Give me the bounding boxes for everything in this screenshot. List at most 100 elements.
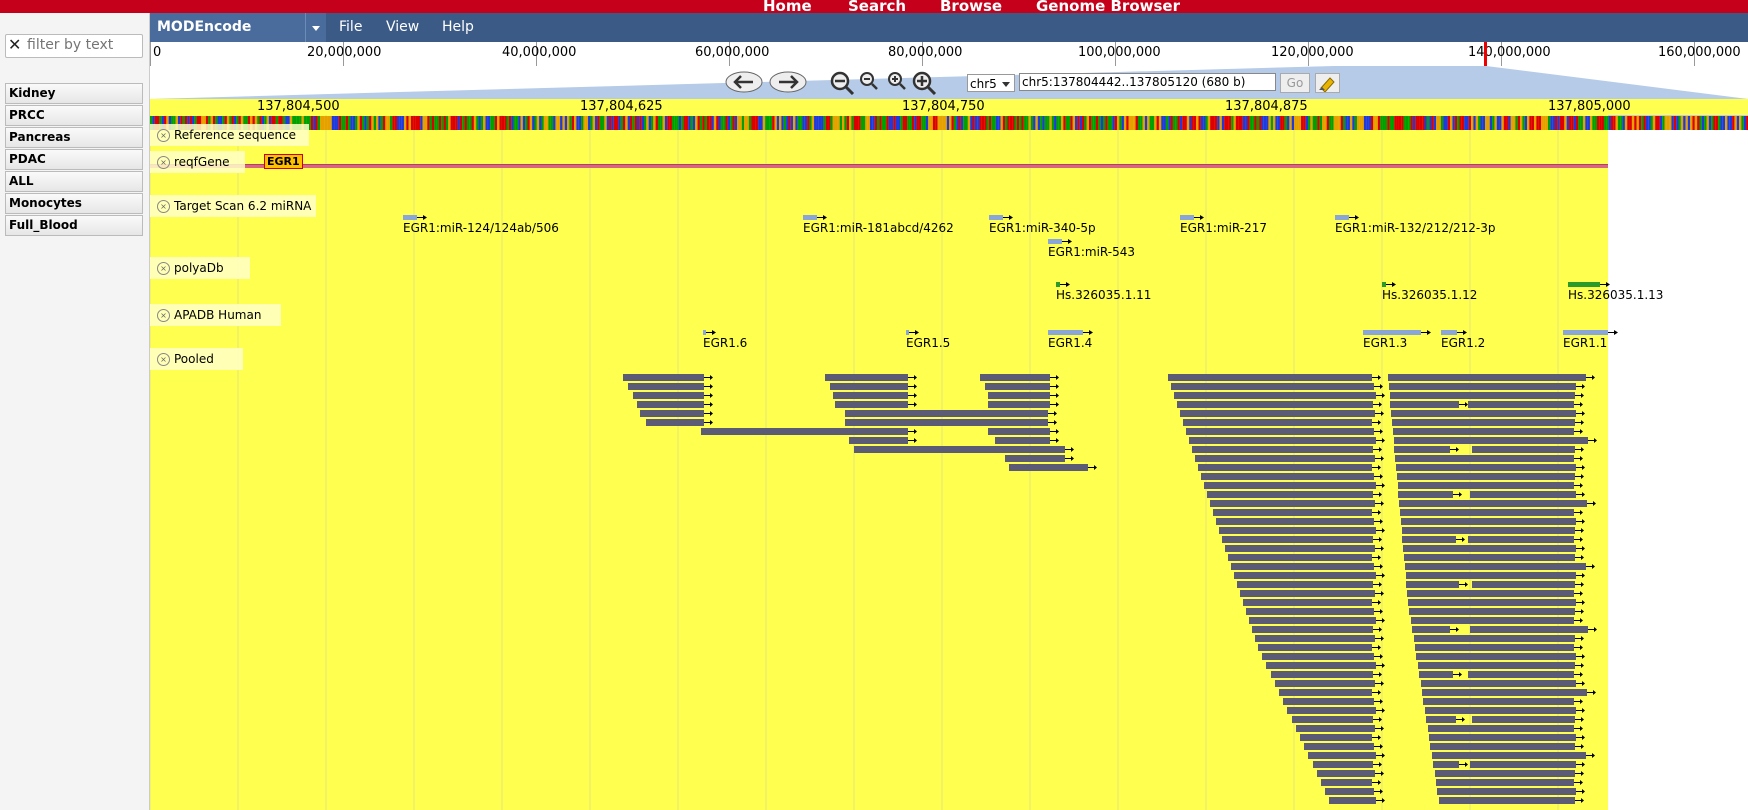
polya-feature-label[interactable]: Hs.326035.1.12 xyxy=(1382,288,1477,302)
base-block xyxy=(1624,116,1628,130)
base-block xyxy=(1228,116,1232,130)
close-track-icon[interactable]: × xyxy=(157,200,170,213)
base-block xyxy=(536,116,540,130)
read-bar xyxy=(1198,464,1372,471)
chromosome-select[interactable]: chr5 xyxy=(967,74,1015,92)
mirna-feature-label[interactable]: EGR1:miR-340-5p xyxy=(989,221,1096,235)
read-bar xyxy=(633,392,704,399)
mirna-feature-label[interactable]: EGR1:miR-181abcd/4262 xyxy=(803,221,954,235)
read-arrow xyxy=(1582,654,1585,659)
track-label-pooled[interactable]: × Pooled xyxy=(150,348,243,370)
track-label-polyadb[interactable]: × polyaDb xyxy=(150,257,250,279)
zoom-in-more-icon[interactable] xyxy=(912,71,938,98)
read-bar xyxy=(845,410,1048,417)
category-full-blood[interactable]: Full_Blood xyxy=(5,215,143,236)
read-arrow xyxy=(1382,618,1385,623)
close-track-icon[interactable]: × xyxy=(157,262,170,275)
mirna-feature-label[interactable]: EGR1:miR-124/124ab/506 xyxy=(403,221,559,235)
base-block xyxy=(748,116,752,130)
base-block xyxy=(539,116,542,130)
base-block xyxy=(1391,116,1395,130)
gene-name-badge[interactable]: EGR1 xyxy=(264,154,303,169)
base-block xyxy=(315,116,318,130)
mirna-feature-label[interactable]: EGR1:miR-132/212/212-3p xyxy=(1335,221,1495,235)
zoom-out-more-icon[interactable] xyxy=(830,71,856,98)
location-input[interactable] xyxy=(1019,73,1276,91)
polya-feature-label[interactable]: Hs.326035.1.13 xyxy=(1568,288,1663,302)
menu-file[interactable]: File xyxy=(339,13,362,42)
track-title: Pooled xyxy=(174,352,214,366)
menu-help[interactable]: Help xyxy=(442,13,474,42)
apadb-feature-label[interactable]: EGR1.2 xyxy=(1441,336,1485,350)
close-track-icon[interactable]: × xyxy=(157,129,170,142)
base-block xyxy=(809,116,812,130)
base-block xyxy=(639,116,642,130)
category-kidney[interactable]: Kidney xyxy=(5,83,143,104)
dataset-selector[interactable]: MODEncode Example xyxy=(150,13,305,64)
category-pdac[interactable]: PDAC xyxy=(5,149,143,170)
apadb-feature-label[interactable]: EGR1.1 xyxy=(1563,336,1607,350)
apadb-feature-label[interactable]: EGR1.4 xyxy=(1048,336,1092,350)
read-arrow xyxy=(1581,771,1584,776)
read-bar xyxy=(1258,644,1372,651)
read-bar xyxy=(1389,383,1576,390)
category-all[interactable]: ALL xyxy=(5,171,143,192)
base-block xyxy=(995,116,999,130)
base-block xyxy=(1676,116,1679,130)
base-block xyxy=(1179,116,1183,130)
base-block xyxy=(699,116,703,130)
base-block xyxy=(1694,116,1698,130)
zoom-out-icon[interactable] xyxy=(859,71,879,94)
base-block xyxy=(867,116,871,130)
base-block xyxy=(1119,116,1122,130)
dataset-dropdown-icon[interactable] xyxy=(305,13,326,42)
base-block xyxy=(464,116,467,130)
base-block xyxy=(457,116,460,130)
base-block xyxy=(1634,116,1637,130)
clear-filter-icon[interactable]: ✕ xyxy=(8,35,21,54)
base-block xyxy=(636,116,640,130)
category-pancreas[interactable]: Pancreas xyxy=(5,127,143,148)
apadb-feature-label[interactable]: EGR1.5 xyxy=(906,336,950,350)
mirna-feature-label[interactable]: EGR1:miR-217 xyxy=(1180,221,1267,235)
overview-location-marker[interactable] xyxy=(1484,42,1487,66)
polya-feature-label[interactable]: Hs.326035.1.11 xyxy=(1056,288,1151,302)
read-bar xyxy=(623,374,704,381)
apadb-feature-label[interactable]: EGR1.6 xyxy=(703,336,747,350)
base-block xyxy=(445,116,449,130)
close-track-icon[interactable]: × xyxy=(157,309,170,322)
base-block xyxy=(1445,116,1448,130)
apadb-feature-label[interactable]: EGR1.3 xyxy=(1363,336,1407,350)
pan-left-icon[interactable] xyxy=(725,71,763,96)
base-block xyxy=(1079,116,1083,130)
zoom-in-icon[interactable] xyxy=(887,71,907,94)
track-label-reqfgene[interactable]: × reqfGene xyxy=(150,151,245,173)
track-label-apadb-human[interactable]: × APADB Human xyxy=(150,304,281,326)
filter-input[interactable] xyxy=(27,37,137,53)
read-bar xyxy=(1255,635,1375,642)
read-arrow xyxy=(1056,375,1059,380)
mirna-feature-label[interactable]: EGR1:miR-543 xyxy=(1048,245,1135,259)
base-block xyxy=(713,116,717,130)
go-button[interactable]: Go xyxy=(1280,73,1310,93)
chromosome-overview[interactable]: 0 20,000,000 40,000,000 60,000,000 80,00… xyxy=(150,42,1748,67)
base-block xyxy=(844,116,847,130)
category-prcc[interactable]: PRCC xyxy=(5,105,143,126)
highlight-button[interactable] xyxy=(1315,73,1340,93)
pan-right-icon[interactable] xyxy=(769,71,807,96)
base-block xyxy=(876,116,880,130)
menu-view[interactable]: View xyxy=(386,13,419,42)
base-block xyxy=(939,116,943,130)
close-track-icon[interactable]: × xyxy=(157,353,170,366)
base-block xyxy=(720,116,724,130)
base-block xyxy=(408,116,412,130)
category-monocytes[interactable]: Monocytes xyxy=(5,193,143,214)
track-label-reference-sequence[interactable]: × Reference sequence xyxy=(150,124,309,146)
close-track-icon[interactable]: × xyxy=(157,156,170,169)
track-view[interactable]: 137,804,500 137,804,625 137,804,750 137,… xyxy=(150,99,1748,810)
base-block xyxy=(744,116,747,130)
track-label-target-scan[interactable]: × Target Scan 6.2 miRNA xyxy=(150,195,316,217)
base-block xyxy=(1373,116,1376,130)
filter-box[interactable]: ✕ xyxy=(5,34,143,58)
base-block xyxy=(1207,116,1211,130)
